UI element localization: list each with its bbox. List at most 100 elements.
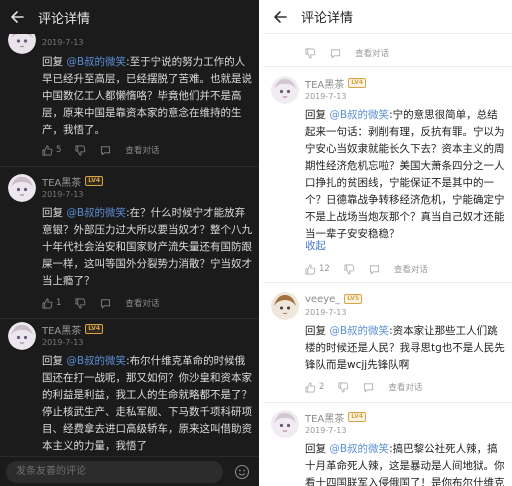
username[interactable]: TEA黑茶	[305, 76, 344, 91]
reply-button[interactable]	[363, 382, 374, 393]
comment-text: :布尔什维克革命的时候俄国还在打一战呢，那又如何？你沙皇和资本家的利益是利益，我…	[42, 355, 252, 452]
thumb-up-icon	[305, 382, 316, 392]
reply-prefix: 回复	[42, 56, 67, 68]
username[interactable]: TEA黑茶	[42, 322, 81, 337]
avatar[interactable]	[271, 292, 299, 320]
comment-date: 2019-7-13	[42, 38, 84, 47]
dislike-button[interactable]	[344, 264, 355, 275]
comment-body: 回复 @B叔的微笑:宁的意思很简单，总结起来一句话：剥削有理，反抗有罪。宁以为宁…	[305, 107, 505, 243]
comment-input[interactable]	[6, 460, 223, 483]
comment-date: 2019-7-13	[305, 308, 347, 317]
reply-button[interactable]	[100, 298, 111, 309]
comment-body: 回复 @B叔的微笑:至于宁说的努力工作的人早已经升至高层，已经摆脱了苦难。也就是…	[42, 54, 254, 139]
comment-text: :宁的意思很简单，总结起来一句话：剥削有理，反抗有罪。宁以为宁安心当奴隶就能长久…	[305, 109, 505, 240]
divider	[263, 66, 512, 67]
comment-body: 回复 @B叔的微笑:布尔什维克革命的时候俄国还在打一战呢，那又如何？你沙皇和资本…	[42, 353, 254, 455]
username-row: TEA黑茶 LV4	[42, 322, 104, 337]
comment-icon	[101, 298, 111, 308]
anime-avatar-icon	[271, 292, 299, 320]
reply-prefix: 回复	[42, 355, 67, 367]
like-count: 1	[56, 298, 62, 308]
username-row: veeye_ LV5	[305, 292, 363, 306]
back-button-left[interactable]	[0, 0, 34, 34]
level-badge: LV4	[85, 176, 104, 186]
right-panel-light: 评论详情 查看对话 TEA黑茶 LV4 2019-7-13 回复 @B叔的微笑:…	[263, 0, 512, 486]
avatar[interactable]	[271, 410, 299, 438]
comment-date: 2019-7-13	[305, 92, 347, 101]
reply-button[interactable]	[369, 264, 380, 275]
thumb-down-icon	[338, 382, 349, 392]
comment-text: :在？什么时候宁才能放弃意银？外部压力过大所以要当奴才？整个八九十年代社会治安和…	[42, 207, 252, 287]
view-conversation-link[interactable]: 查看对话	[394, 263, 428, 275]
reply-prefix: 回复	[305, 325, 330, 337]
divider	[0, 166, 259, 167]
dislike-button[interactable]	[75, 298, 86, 309]
back-button-right[interactable]	[263, 0, 297, 34]
reply-button[interactable]	[330, 48, 341, 59]
level-badge: LV5	[344, 294, 363, 304]
level-badge: LV4	[348, 412, 367, 422]
comment-body: 回复 @B叔的微笑:在？什么时候宁才能放弃意银？外部压力过大所以要当奴才？整个八…	[42, 205, 254, 290]
divider	[263, 402, 512, 403]
emoji-button[interactable]	[231, 461, 253, 483]
anime-avatar-icon	[8, 322, 36, 350]
username-row: TEA黑茶 LV4	[305, 76, 367, 91]
comment-icon	[101, 145, 111, 155]
comment-icon	[369, 264, 379, 274]
view-conversation-link[interactable]: 查看对话	[355, 47, 389, 59]
mention-link[interactable]: @B叔的微笑	[329, 325, 389, 337]
anime-avatar-icon	[8, 174, 36, 202]
avatar[interactable]	[8, 174, 36, 202]
dislike-button[interactable]	[305, 48, 316, 59]
dislike-button[interactable]	[75, 145, 86, 156]
dislike-button[interactable]	[338, 382, 349, 393]
avatar[interactable]	[8, 322, 36, 350]
like-count: 2	[319, 382, 325, 392]
reply-prefix: 回复	[305, 443, 330, 455]
comment-date: 2019-7-13	[305, 426, 347, 435]
like-count: 12	[319, 264, 330, 274]
thumb-down-icon	[305, 48, 316, 58]
like-count: 5	[56, 145, 62, 155]
mention-link[interactable]: @B叔的微笑	[329, 109, 389, 121]
comment-icon	[364, 382, 374, 392]
username[interactable]: veeye_	[305, 294, 340, 305]
comment-actions: 查看对话	[305, 46, 389, 60]
like-button[interactable]: 2	[305, 382, 338, 393]
comment-body: 回复 @B叔的微笑:资本家让那些工人们跳楼的时候还是人民？我寻思tg也不是人民先…	[305, 323, 505, 374]
comment-actions: 1 查看对话	[42, 296, 159, 310]
comment-actions: 12 查看对话	[305, 262, 428, 276]
username[interactable]: TEA黑茶	[42, 174, 81, 189]
mention-link[interactable]: @B叔的微笑	[66, 355, 126, 367]
comment-icon	[330, 48, 341, 58]
header-left: 评论详情	[0, 0, 259, 34]
anime-avatar-icon	[271, 76, 299, 104]
thumb-down-icon	[75, 145, 86, 155]
avatar[interactable]	[271, 76, 299, 104]
comment-body: 回复 @B叔的微笑:搞巴黎公社死人辣，搞十月革命死人辣，这是暴动是人间地狱。你看…	[305, 441, 505, 486]
level-badge: LV4	[348, 78, 367, 88]
like-button[interactable]: 5	[42, 145, 75, 156]
reply-button[interactable]	[100, 145, 111, 156]
thumb-down-icon	[75, 298, 86, 308]
like-button[interactable]: 12	[305, 264, 344, 275]
view-conversation-link[interactable]: 查看对话	[125, 144, 159, 156]
thumb-up-icon	[305, 264, 316, 274]
divider	[0, 318, 259, 319]
view-conversation-link[interactable]: 查看对话	[125, 297, 159, 309]
comment-date: 2019-7-13	[42, 338, 84, 347]
collapse-link[interactable]: 收起	[305, 238, 326, 255]
mention-link[interactable]: @B叔的微笑	[66, 56, 126, 68]
comment-actions: 5 查看对话	[42, 143, 159, 157]
like-button[interactable]: 1	[42, 298, 75, 309]
username[interactable]: TEA黑茶	[305, 410, 344, 425]
thumb-down-icon	[344, 264, 355, 274]
reply-prefix: 回复	[305, 109, 330, 121]
left-panel-dark: 评论详情 2019-7-13 回复 @B叔的微笑:至于宁说的努力工作的人早已经升…	[0, 0, 259, 486]
view-conversation-link[interactable]: 查看对话	[388, 381, 422, 393]
back-arrow-icon	[11, 11, 24, 23]
mention-link[interactable]: @B叔的微笑	[66, 207, 126, 219]
mention-link[interactable]: @B叔的微笑	[329, 443, 389, 455]
page-title-right: 评论详情	[301, 11, 354, 26]
comment-actions: 2 查看对话	[305, 380, 422, 394]
